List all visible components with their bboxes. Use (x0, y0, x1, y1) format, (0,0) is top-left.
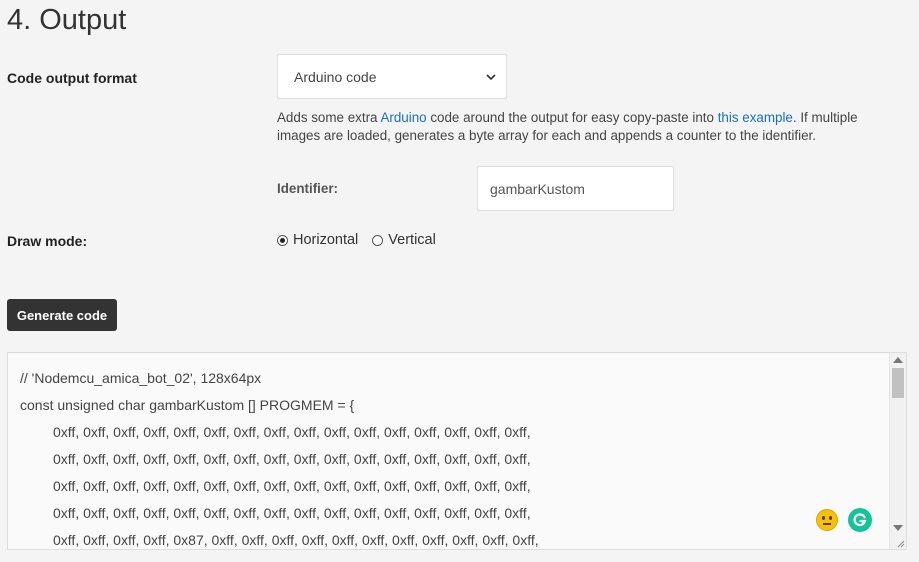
chevron-down-icon (486, 73, 496, 80)
resize-grip-icon[interactable] (895, 538, 905, 548)
radio-vertical-label: Vertical (388, 232, 436, 248)
code-line: 0xff, 0xff, 0xff, 0xff, 0x87, 0xff, 0xff… (53, 532, 539, 548)
code-lines: // 'Nodemcu_amica_bot_02', 128x64px cons… (20, 365, 539, 549)
page: 4. Output Code output format Arduino cod… (0, 0, 919, 562)
draw-mode-radio-group: Horizontal Vertical (277, 232, 450, 248)
generate-code-button[interactable]: Generate code (7, 299, 117, 331)
grammarly-g-glyph (853, 513, 867, 527)
identifier-input[interactable]: gambarKustom (477, 166, 674, 211)
section-title: 4. Output (7, 4, 127, 36)
code-scrollbar[interactable] (889, 353, 906, 549)
radio-vertical[interactable]: Vertical (372, 232, 436, 248)
grammarly-icon[interactable] (848, 508, 872, 532)
arduino-link[interactable]: Arduino (380, 110, 426, 125)
code-line: // 'Nodemcu_amica_bot_02', 128x64px (20, 370, 262, 386)
output-format-label: Code output format (7, 70, 137, 86)
scroll-down-arrow-icon[interactable] (893, 525, 903, 531)
help-text-prefix: Adds some extra (277, 110, 381, 125)
draw-mode-label: Draw mode: (7, 233, 88, 249)
example-link[interactable]: this example (718, 110, 793, 125)
code-line: 0xff, 0xff, 0xff, 0xff, 0xff, 0xff, 0xff… (53, 451, 531, 467)
identifier-label: Identifier: (277, 181, 339, 196)
radio-checked-icon (277, 234, 288, 246)
scroll-up-arrow-icon[interactable] (893, 357, 903, 363)
radio-horizontal[interactable]: Horizontal (277, 232, 358, 248)
output-format-help: Adds some extra Arduino code around the … (277, 109, 877, 145)
scroll-thumb[interactable] (892, 368, 904, 398)
radio-horizontal-label: Horizontal (293, 232, 359, 248)
output-format-select[interactable]: Arduino code (277, 54, 507, 99)
radio-unchecked-icon (372, 234, 384, 246)
code-line: 0xff, 0xff, 0xff, 0xff, 0xff, 0xff, 0xff… (53, 505, 531, 521)
code-line: const unsigned char gambarKustom [] PROG… (20, 397, 355, 413)
code-line: 0xff, 0xff, 0xff, 0xff, 0xff, 0xff, 0xff… (53, 424, 531, 440)
output-format-selected: Arduino code (294, 68, 377, 85)
code-line: 0xff, 0xff, 0xff, 0xff, 0xff, 0xff, 0xff… (53, 478, 531, 494)
code-output-textarea[interactable]: // 'Nodemcu_amica_bot_02', 128x64px cons… (7, 352, 907, 550)
help-text-mid: code around the output for easy copy-pas… (426, 110, 718, 125)
neutral-face-icon[interactable] (816, 509, 838, 531)
